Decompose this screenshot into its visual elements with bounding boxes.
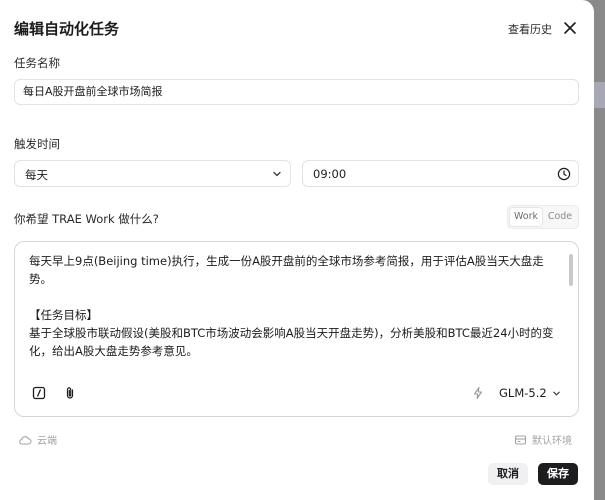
prompt-scrollbar[interactable] xyxy=(569,254,573,286)
time-value: 09:00 xyxy=(313,167,347,181)
time-picker[interactable]: 09:00 xyxy=(302,160,579,187)
prompt-text[interactable]: 每天早上9点(Beijing time)执行，生成一份A股开盘前的全球市场参考简… xyxy=(29,252,559,360)
location-label: 云端 xyxy=(37,436,57,447)
slash-command-button[interactable] xyxy=(31,385,47,401)
view-history-link[interactable]: 查看历史 xyxy=(508,21,552,37)
cancel-button[interactable]: 取消 xyxy=(488,463,528,485)
prompt-label: 你希望 TRAE Work 做什么? xyxy=(14,212,159,226)
environment-indicator[interactable]: 默认环境 xyxy=(514,432,572,447)
dialog-title: 编辑自动化任务 xyxy=(14,20,120,38)
model-label: GLM-5.2 xyxy=(499,386,547,400)
chevron-down-icon xyxy=(552,391,560,395)
prompt-editor[interactable]: 每天早上9点(Beijing time)执行，生成一份A股开盘前的全球市场参考简… xyxy=(14,241,579,417)
lightning-button[interactable] xyxy=(470,385,486,401)
lightning-icon xyxy=(473,386,483,400)
background-page-strip xyxy=(593,82,605,108)
slash-command-icon xyxy=(32,386,46,400)
attachment-button[interactable] xyxy=(62,385,78,401)
frequency-value: 每天 xyxy=(25,168,48,182)
save-button[interactable]: 保存 xyxy=(538,463,578,485)
environment-label: 默认环境 xyxy=(532,436,572,447)
mode-code-tab[interactable]: Code xyxy=(544,208,576,226)
environment-icon xyxy=(514,434,527,445)
cloud-icon xyxy=(19,435,32,445)
clock-icon[interactable] xyxy=(557,167,571,181)
close-button[interactable] xyxy=(561,19,579,37)
mode-toggle: Work Code xyxy=(507,205,579,229)
edit-automation-dialog: 编辑自动化任务 查看历史 任务名称 每日A股开盘前全球市场简报 触发时间 每天 … xyxy=(0,0,594,500)
trigger-time-label: 触发时间 xyxy=(14,137,60,151)
task-name-label: 任务名称 xyxy=(14,56,60,70)
mode-work-tab[interactable]: Work xyxy=(510,208,542,226)
attachment-icon xyxy=(66,387,74,399)
frequency-select[interactable]: 每天 xyxy=(14,160,291,187)
task-name-input[interactable]: 每日A股开盘前全球市场简报 xyxy=(14,79,579,105)
location-indicator[interactable]: 云端 xyxy=(18,432,57,447)
chevron-down-icon xyxy=(273,171,281,177)
close-icon xyxy=(564,22,576,34)
model-picker[interactable]: GLM-5.2 xyxy=(499,386,561,400)
